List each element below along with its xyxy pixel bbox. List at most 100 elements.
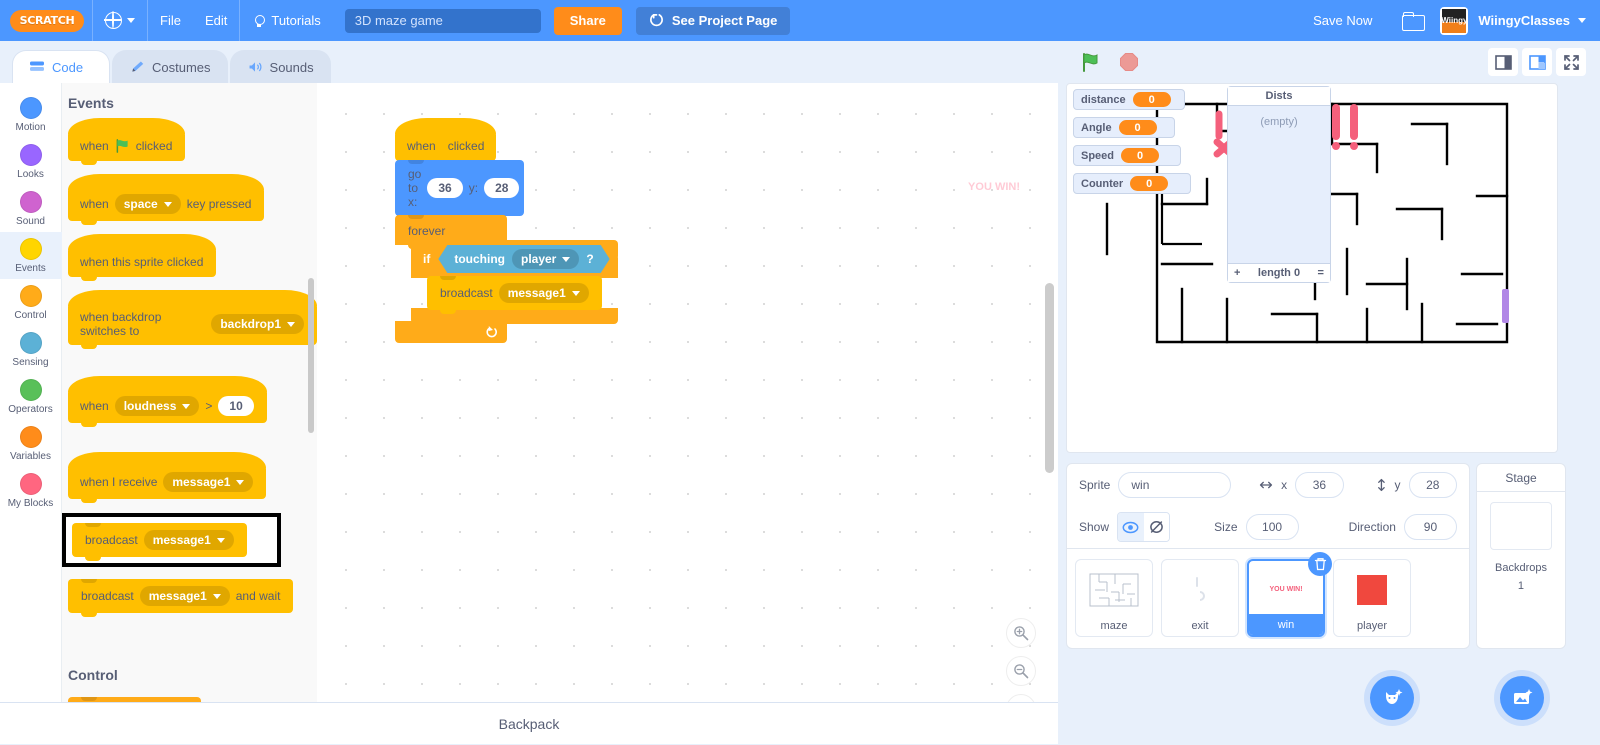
monitor-distance[interactable]: distance 0: [1073, 89, 1185, 110]
monitor-speed[interactable]: Speed 0: [1073, 145, 1181, 166]
save-now-button[interactable]: Save Now: [1299, 13, 1386, 28]
broadcast-message-dropdown[interactable]: message1: [143, 530, 234, 550]
share-button[interactable]: Share: [553, 6, 622, 35]
palette-block-when-flag-clicked[interactable]: when clicked: [68, 118, 186, 165]
menu-tutorials[interactable]: Tutorials: [240, 0, 332, 41]
backdrop-dropdown[interactable]: backdrop1: [211, 314, 304, 334]
tab-costumes[interactable]: Costumes: [112, 50, 228, 83]
small-stage-button[interactable]: [1488, 48, 1518, 76]
menu-file[interactable]: File: [148, 0, 193, 41]
sprite-card-player[interactable]: player: [1333, 559, 1411, 637]
palette-block-when-sprite-clicked[interactable]: when this sprite clicked: [68, 234, 217, 281]
show-toggle[interactable]: [1117, 512, 1171, 542]
block-text: clicked: [447, 139, 485, 153]
tab-sounds[interactable]: Sounds: [229, 50, 331, 83]
see-project-page-button[interactable]: See Project Page: [635, 6, 791, 35]
folder-arrow-icon: [649, 14, 663, 27]
avatar-label: Wiingy: [1441, 16, 1468, 25]
zoom-in-button[interactable]: [1006, 618, 1036, 648]
stage-thumbnail[interactable]: [1490, 502, 1552, 550]
palette-block-broadcast[interactable]: broadcast message1: [72, 523, 247, 561]
project-title-input[interactable]: 3D maze game: [344, 8, 541, 33]
add-backdrop-button[interactable]: [1500, 676, 1544, 720]
category-sound[interactable]: Sound: [0, 185, 62, 232]
script-stack[interactable]: when clicked go to x: 36 y: 28 forever i…: [395, 115, 643, 343]
x-input[interactable]: 36: [1295, 472, 1344, 498]
script-block-forever[interactable]: forever if touching player ? then broadc…: [395, 215, 643, 343]
broadcast-wait-message-dropdown[interactable]: message1: [139, 586, 230, 606]
sprite-card-maze[interactable]: maze: [1075, 559, 1153, 637]
list-add-button[interactable]: +: [1234, 267, 1240, 279]
block-text: broadcast: [440, 286, 493, 300]
list-resize-handle[interactable]: =: [1318, 267, 1324, 279]
direction-input[interactable]: 90: [1403, 514, 1457, 540]
sprite-card-win[interactable]: YOU WIN! win: [1247, 552, 1332, 637]
chevron-down-icon[interactable]: [1578, 18, 1586, 23]
category-operators[interactable]: Operators: [0, 373, 62, 420]
block-text: broadcast: [85, 533, 138, 547]
category-looks[interactable]: Looks: [0, 138, 62, 185]
palette-block-when-i-receive[interactable]: when I receive message1: [68, 452, 267, 503]
win-thumb-text: YOU WIN!: [1269, 586, 1303, 593]
script-block-when-flag-clicked[interactable]: when clicked: [395, 118, 496, 165]
folder-icon[interactable]: [1402, 11, 1426, 31]
username-label[interactable]: WiingyClasses: [1478, 13, 1570, 28]
avatar[interactable]: Wiingy: [1440, 6, 1469, 35]
y-input[interactable]: 28: [1408, 472, 1457, 498]
sprite-name-input[interactable]: win: [1118, 472, 1232, 498]
loudness-threshold-input[interactable]: 10: [218, 396, 254, 416]
show-visible-button[interactable]: [1118, 513, 1144, 541]
zoom-out-button[interactable]: [1006, 656, 1036, 686]
scratch-logo[interactable]: SCRATCH: [10, 9, 84, 32]
green-flag-icon[interactable]: [1080, 51, 1102, 73]
maze-thumb-icon: [1089, 573, 1139, 606]
canvas-vertical-scrollbar[interactable]: [1045, 283, 1054, 473]
fullscreen-button[interactable]: [1556, 48, 1586, 76]
block-text: broadcast: [81, 589, 134, 603]
exit-sprite[interactable]: [1502, 289, 1509, 323]
script-block-go-to-xy[interactable]: go to x: 36 y: 28: [395, 160, 524, 220]
touching-boolean-block[interactable]: touching player ?: [438, 245, 609, 273]
menu-edit[interactable]: Edit: [193, 0, 239, 41]
tab-code[interactable]: Code: [12, 50, 110, 83]
script-block-broadcast[interactable]: broadcast message1: [427, 276, 602, 314]
message-dropdown[interactable]: message1: [163, 472, 254, 492]
script-block-if-then[interactable]: if touching player ? then broadcast mess…: [411, 240, 643, 324]
stage-selector-panel[interactable]: Stage Backdrops 1: [1476, 463, 1566, 649]
touching-target-dropdown[interactable]: player: [512, 249, 579, 269]
category-control[interactable]: Control: [0, 279, 62, 326]
language-selector[interactable]: [93, 0, 147, 41]
palette-block-when-backdrop-switches[interactable]: when backdrop switches to backdrop1: [68, 290, 317, 349]
category-events[interactable]: Events: [0, 232, 62, 279]
monitor-counter-label: Counter: [1081, 177, 1124, 190]
add-sprite-button[interactable]: [1370, 676, 1414, 720]
backpack-bar[interactable]: Backpack: [0, 702, 1058, 744]
stage[interactable]: distance 0 Angle 0 Speed 0 Counter 0 Dis…: [1066, 83, 1558, 453]
palette-block-when-greater-than[interactable]: when loudness > 10: [68, 376, 267, 427]
category-my-blocks[interactable]: My Blocks: [0, 467, 62, 514]
palette-block-broadcast-and-wait[interactable]: broadcast message1 and wait: [68, 579, 294, 617]
key-dropdown[interactable]: space: [114, 194, 181, 214]
broadcast-message-dropdown[interactable]: message1: [498, 283, 589, 303]
script-canvas[interactable]: YOU WIN! when clicked go to x: 36 y: 28 …: [317, 83, 1058, 744]
sprite-card-exit[interactable]: exit: [1161, 559, 1239, 637]
goto-y-input[interactable]: 28: [484, 178, 520, 198]
loudness-dropdown[interactable]: loudness: [114, 396, 200, 416]
size-input[interactable]: 100: [1245, 514, 1299, 540]
category-variables[interactable]: Variables: [0, 420, 62, 467]
block-palette[interactable]: Events when clicked when space key press…: [62, 83, 317, 744]
list-monitor-dists[interactable]: Dists (empty) + length 0 =: [1227, 86, 1331, 283]
palette-scrollbar[interactable]: [308, 278, 314, 433]
palette-block-when-key-pressed[interactable]: when space key pressed: [68, 174, 265, 225]
goto-x-input[interactable]: 36: [427, 178, 463, 198]
monitor-counter[interactable]: Counter 0: [1073, 173, 1191, 194]
sprite-thumb: [1334, 560, 1410, 615]
category-sensing[interactable]: Sensing: [0, 326, 62, 373]
stop-sign-icon[interactable]: [1119, 52, 1139, 72]
show-hidden-button[interactable]: [1143, 513, 1170, 541]
delete-sprite-button[interactable]: [1308, 552, 1332, 576]
category-motion[interactable]: Motion: [0, 91, 62, 138]
monitor-angle[interactable]: Angle 0: [1073, 117, 1175, 138]
if-then-header[interactable]: if touching player ? then: [411, 240, 643, 278]
large-stage-button[interactable]: [1522, 48, 1552, 76]
